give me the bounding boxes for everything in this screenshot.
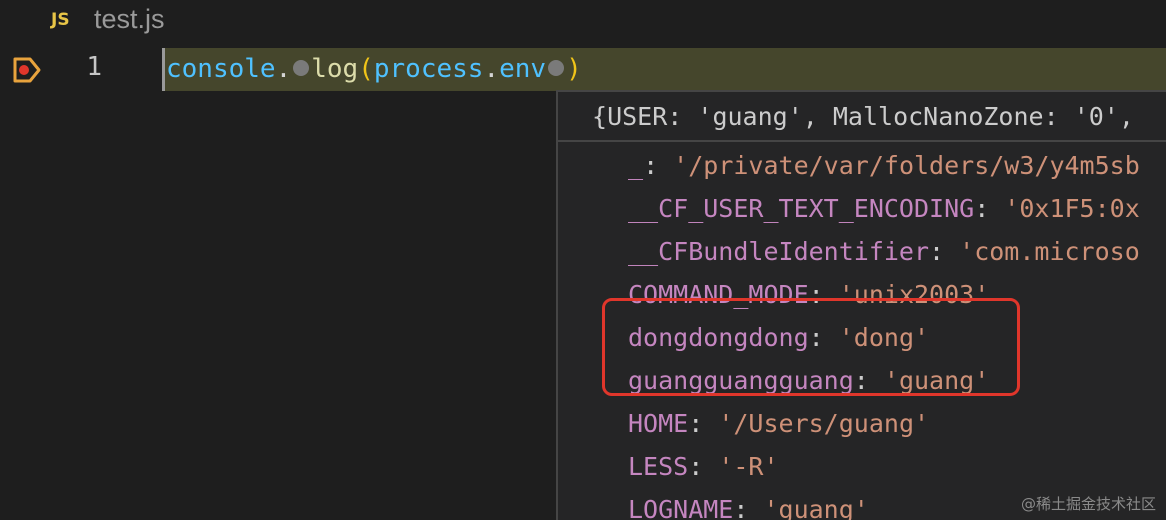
summary-comma: ,	[802, 102, 833, 131]
summary-sep-2: :	[1043, 102, 1074, 131]
property-value: '0x1F5:0x	[1004, 194, 1140, 223]
property-separator: :	[688, 409, 719, 438]
code-token-env[interactable]: env	[499, 54, 546, 84]
summary-sep: :	[667, 102, 698, 131]
line-number: 1	[86, 52, 102, 82]
code-token-open-paren: (	[358, 54, 374, 84]
summary-brace: {	[592, 102, 608, 131]
watermark: @稀土掘金技术社区	[1020, 495, 1156, 513]
code-token-log: log	[311, 54, 359, 84]
property-separator: :	[688, 452, 719, 481]
code-token-close-paren: )	[566, 54, 582, 84]
summary-key-malloc: MallocNanoZone	[832, 102, 1044, 131]
inline-breakpoint-icon-2[interactable]	[548, 59, 565, 76]
text-cursor	[162, 48, 165, 91]
editor-tab[interactable]: JS test.js	[0, 0, 1166, 42]
property-value: '/Users/guang'	[718, 409, 930, 438]
annotation-highlight-box	[602, 298, 1020, 396]
property-key: LESS	[628, 452, 689, 481]
property-separator: :	[643, 151, 674, 180]
javascript-file-icon: JS	[51, 10, 70, 30]
property-value: 'com.microso	[959, 237, 1140, 266]
env-property-row[interactable]: _: '/private/var/folders/w3/y4m5sb	[628, 144, 1140, 187]
breakpoint-paused-icon[interactable]	[12, 56, 42, 84]
property-key: __CF_USER_TEXT_ENCODING	[628, 194, 975, 223]
summary-value-malloc: '0'	[1073, 102, 1119, 131]
summary-value-user: 'guang'	[697, 102, 803, 131]
code-token-console: console	[166, 54, 276, 84]
property-separator: :	[929, 237, 960, 266]
property-value: 'guang'	[763, 495, 869, 520]
property-key: LOGNAME	[628, 495, 734, 520]
property-key: HOME	[628, 409, 689, 438]
summary-key-user: USER	[607, 102, 668, 131]
summary-tail: ,	[1118, 102, 1134, 131]
tab-file-name: test.js	[94, 4, 165, 34]
env-property-row[interactable]: __CFBundleIdentifier: 'com.microso	[628, 230, 1140, 273]
code-token-dot-2: .	[483, 54, 500, 84]
property-value: '-R'	[718, 452, 779, 481]
code-token-process[interactable]: process	[374, 54, 484, 84]
inline-breakpoint-icon[interactable]	[293, 59, 310, 76]
property-separator: :	[974, 194, 1005, 223]
property-key: __CFBundleIdentifier	[628, 237, 930, 266]
env-property-row[interactable]: HOME: '/Users/guang'	[628, 402, 1140, 445]
property-value: '/private/var/folders/w3/y4m5sb	[673, 151, 1140, 180]
env-property-row[interactable]: __CF_USER_TEXT_ENCODING: '0x1F5:0x	[628, 187, 1140, 230]
code-line[interactable]: console. log(process.env)	[166, 52, 582, 86]
hover-summary[interactable]: {USER: 'guang', MallocNanoZone: '0',	[592, 102, 1134, 131]
env-property-row[interactable]: LESS: '-R'	[628, 445, 1140, 488]
property-key: _	[628, 151, 644, 180]
property-separator: :	[733, 495, 764, 520]
hover-divider	[558, 140, 1166, 142]
code-token-dot: .	[275, 54, 292, 84]
